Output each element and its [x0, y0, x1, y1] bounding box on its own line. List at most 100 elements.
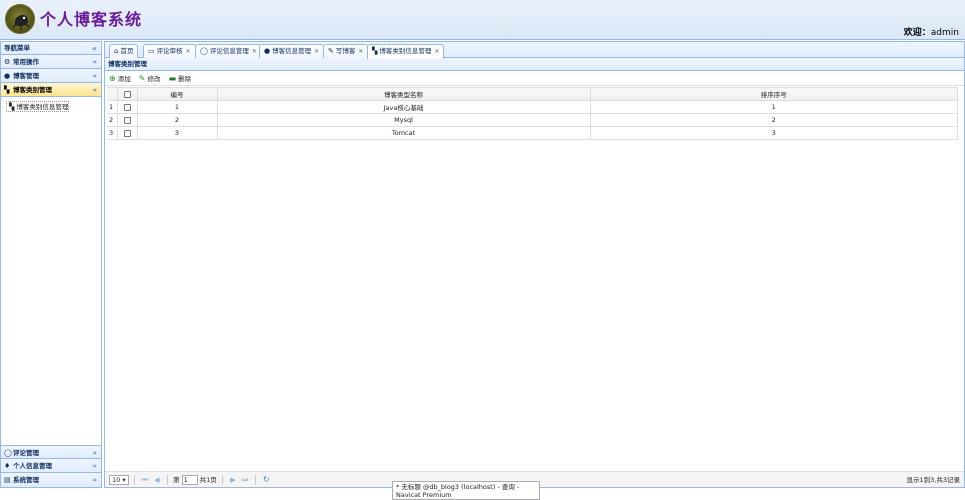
tree-item-label: 博客类别信息管理 [16, 103, 69, 111]
row-checkbox-cell [116, 100, 138, 114]
sidebar-section-comments[interactable]: ◯评论管理 » [1, 445, 101, 459]
cell-order: 2 [589, 113, 958, 127]
column-header-id[interactable]: 编号 [136, 87, 218, 101]
select-all-checkbox[interactable] [123, 90, 131, 98]
close-icon[interactable]: ✕ [186, 48, 191, 55]
cell-name: Java核心基础 [216, 100, 591, 114]
section-label: 博客管理 [13, 72, 39, 80]
user-icon: ♦ [4, 462, 11, 470]
home-icon: ⌂ [114, 47, 119, 55]
cell-name: Mysql [216, 113, 591, 127]
select-all-cell [116, 87, 138, 101]
sidebar-section-category[interactable]: ▚ 博客类别管理 « [1, 83, 101, 97]
column-header-name[interactable]: 博客类型名称 [216, 87, 591, 101]
column-header-order[interactable]: 排序序号 [589, 87, 958, 101]
close-icon[interactable]: ✕ [314, 48, 319, 55]
collapse-left-icon[interactable]: « [92, 42, 97, 55]
pager-separator [221, 475, 223, 485]
prev-page-icon[interactable]: ◀ [152, 472, 162, 488]
category-icon: ▚ [372, 47, 378, 55]
delete-button[interactable]: ▬ 删除 [169, 71, 192, 87]
cell-id: 2 [136, 113, 218, 127]
comment-icon: ◯ [200, 47, 208, 55]
app-header: 个人博客系统 欢迎：admin [0, 0, 965, 40]
main-panel: ⌂ 首页 ▭ 评论审核 ✕ ◯ 评论信息管理 ✕ ● 博客信息管理 ✕ ✎ 写博客 ✕ ▚ 博客类别… [104, 41, 965, 488]
chevron-down-icon: » [92, 58, 97, 66]
app-logo [5, 4, 35, 34]
tab-label: 评论信息管理 [209, 47, 249, 55]
row-number: 2 [107, 113, 118, 127]
sidebar-header: 导航菜单 « [1, 42, 101, 55]
pager-separator [133, 475, 135, 485]
tab-label: 评论审核 [156, 47, 183, 55]
table-header-row: 编号 博客类型名称 排序序号 [107, 87, 958, 101]
last-page-icon[interactable]: ⏭ [240, 472, 250, 488]
sidebar-section-common[interactable]: ⚙ 常用操作 » [1, 55, 101, 69]
system-icon: ▤ [4, 476, 11, 484]
row-checkbox[interactable] [123, 116, 131, 124]
sidebar-section-blog[interactable]: ● 博客管理 » [1, 69, 101, 83]
next-page-icon[interactable]: ▶ [228, 472, 238, 488]
row-checkbox-cell [116, 126, 138, 140]
chevron-down-icon: » [92, 476, 97, 484]
pencil-icon: ✎ [138, 74, 146, 83]
add-icon: ⊕ [109, 74, 116, 83]
first-page-icon[interactable]: ⏮ [140, 472, 150, 488]
category-table: 编号 博客类型名称 排序序号 1 1 Java核心基础 1 2 2 Mysql … [107, 87, 958, 140]
chevron-up-icon: « [92, 86, 97, 94]
close-icon[interactable]: ✕ [434, 48, 439, 55]
row-checkbox[interactable] [123, 129, 131, 137]
close-icon[interactable]: ✕ [358, 48, 363, 55]
row-number: 1 [107, 100, 118, 114]
page-size-value: 10 [112, 476, 121, 484]
section-label: 系统管理 [13, 476, 39, 484]
add-button[interactable]: ⊕ 添加 [109, 71, 131, 87]
section-label: 博客类别管理 [13, 86, 52, 94]
gear-icon: ⚙ [4, 58, 11, 66]
app-title: 个人博客系统 [40, 10, 143, 29]
tab-label: 博客类别信息管理 [379, 47, 432, 55]
panel-title: 博客类别管理 [105, 58, 964, 71]
sidebar-section-system[interactable]: ▤ 系统管理 » [1, 473, 101, 487]
tab-comment-review[interactable]: ▭ 评论审核 ✕ [143, 44, 196, 58]
write-icon: ✎ [328, 47, 334, 55]
tab-label: 首页 [120, 47, 134, 55]
sidebar-section-body: ▚ 博客类别信息管理 [1, 97, 101, 433]
tab-comment-manage[interactable]: ◯ 评论信息管理 ✕ [195, 44, 262, 58]
edit-button[interactable]: ✎ 修改 [139, 71, 161, 87]
page-number-input[interactable]: 1 [181, 475, 198, 485]
sidebar-section-profile[interactable]: ♦ 个人信息管理 » [1, 459, 101, 473]
tree-item-category-manage[interactable]: ▚ 博客类别信息管理 [6, 101, 70, 112]
username: admin [930, 28, 959, 38]
chevron-down-icon: » [92, 449, 97, 457]
table-row[interactable]: 2 2 Mysql 2 [107, 113, 958, 127]
add-label: 添加 [117, 75, 131, 83]
category-icon: ▚ [4, 86, 10, 94]
pager-separator [166, 475, 168, 485]
row-checkbox[interactable] [123, 103, 131, 111]
table-row[interactable]: 3 3 Tomcat 3 [107, 126, 958, 140]
page-size-select[interactable]: 10 ▾ [109, 475, 129, 485]
refresh-icon[interactable]: ↻ [261, 472, 271, 488]
welcome-label: 欢迎： [903, 28, 931, 38]
section-label: 常用操作 [13, 58, 39, 66]
tab-label: 写博客 [335, 47, 356, 55]
pager-separator [255, 475, 257, 485]
taskbar-preview-popup[interactable]: * 无标题 @db_blog3 (localhost) - 查询 - Navic… [392, 481, 540, 500]
cell-order: 1 [589, 100, 958, 114]
lizard-logo-icon [12, 14, 30, 30]
table-row[interactable]: 1 1 Java核心基础 1 [107, 100, 958, 114]
tab-category-manage[interactable]: ▚ 博客类别信息管理 ✕ [367, 44, 445, 59]
review-icon: ▭ [148, 47, 155, 55]
tab-label: 博客信息管理 [272, 47, 312, 55]
cell-id: 1 [136, 100, 218, 114]
row-number: 3 [107, 126, 118, 140]
tab-write-blog[interactable]: ✎ 写博客 ✕ [323, 44, 369, 58]
tab-home[interactable]: ⌂ 首页 [109, 44, 139, 58]
cell-name: Tomcat [216, 126, 591, 140]
tab-blog-manage[interactable]: ● 博客信息管理 ✕ [259, 44, 325, 58]
sidebar-title: 导航菜单 [4, 44, 30, 52]
close-icon[interactable]: ✕ [252, 48, 257, 55]
blog-icon: ● [4, 72, 11, 80]
rownum-header [107, 87, 118, 101]
